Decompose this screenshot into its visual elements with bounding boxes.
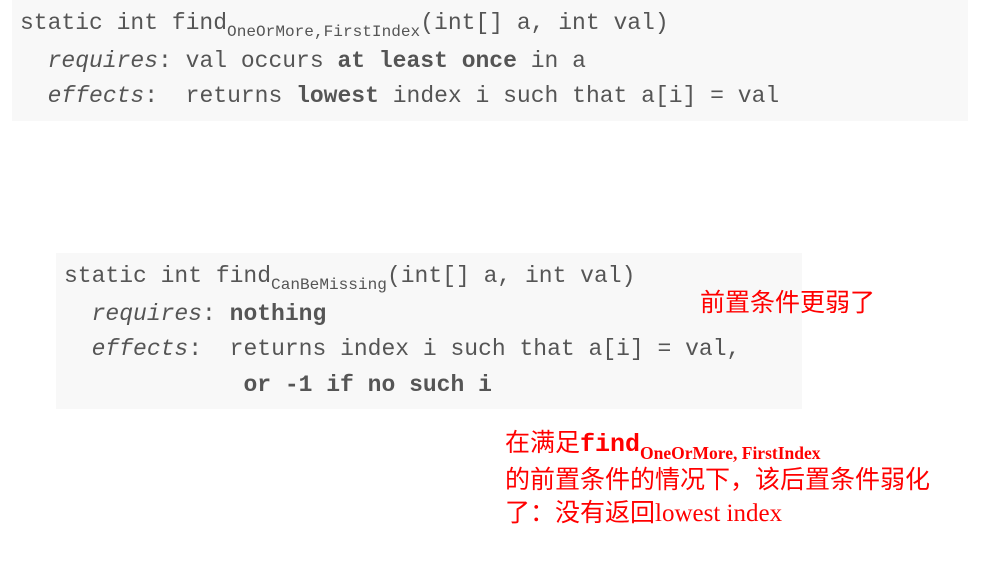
eff-bold-2: or -1 if no such i xyxy=(243,372,491,398)
sig-subscript: CanBeMissing xyxy=(271,276,387,294)
requires-label: requires xyxy=(48,48,158,74)
annotation-postcond-weakened: 在满足findOneOrMore, FirstIndex 的前置条件的情况下，该… xyxy=(505,427,975,531)
req-text-2: in a xyxy=(517,48,586,74)
eff-bold: lowest xyxy=(296,83,379,109)
signature-line: static int findOneOrMore,FirstIndex(int[… xyxy=(20,6,960,44)
requires-label: requires xyxy=(92,301,202,327)
sig-suffix: (int[] a, int val) xyxy=(420,10,668,36)
colon: : xyxy=(158,48,186,74)
req-text-1: val occurs xyxy=(186,48,338,74)
annotation-text: 前置条件更弱了 xyxy=(700,290,875,317)
colon: : xyxy=(144,83,172,109)
effects-line: effects: returns index i such that a[i] … xyxy=(64,332,794,368)
sig-prefix: static int find xyxy=(20,10,227,36)
spec-block-canbemissing: static int findCanBeMissing(int[] a, int… xyxy=(56,253,802,409)
note-part2: 的前置条件的情况下，该后置条件弱化了：没有返回lowest index xyxy=(505,467,930,528)
effects-line-2: or -1 if no such i xyxy=(64,368,794,404)
sig-suffix: (int[] a, int val) xyxy=(387,263,635,289)
eff-text-2: index i such that a[i] = val xyxy=(379,83,779,109)
eff-text-1: returns index i such that a[i] = val, xyxy=(230,336,741,362)
sig-prefix: static int find xyxy=(64,263,271,289)
colon: : xyxy=(188,336,216,362)
colon: : xyxy=(202,301,230,327)
sig-subscript: OneOrMore,FirstIndex xyxy=(227,23,420,41)
spec-block-oneormore: static int findOneOrMore,FirstIndex(int[… xyxy=(12,0,968,121)
annotation-weaker-precond: 前置条件更弱了 xyxy=(700,287,875,321)
effects-line: effects: returns lowest index i such tha… xyxy=(20,79,960,115)
requires-line: requires: val occurs at least once in a xyxy=(20,44,960,80)
note-part1: 在满足 xyxy=(505,430,580,457)
note-fn: find xyxy=(580,430,640,459)
effects-label: effects xyxy=(48,83,145,109)
req-bold: nothing xyxy=(230,301,327,327)
req-bold: at least once xyxy=(337,48,516,74)
note-fn-sub: OneOrMore, FirstIndex xyxy=(640,443,820,463)
effects-label: effects xyxy=(92,336,189,362)
signature-line: static int findCanBeMissing(int[] a, int… xyxy=(64,259,794,297)
requires-line: requires: nothing xyxy=(64,297,794,333)
eff-text-1: returns xyxy=(186,83,296,109)
